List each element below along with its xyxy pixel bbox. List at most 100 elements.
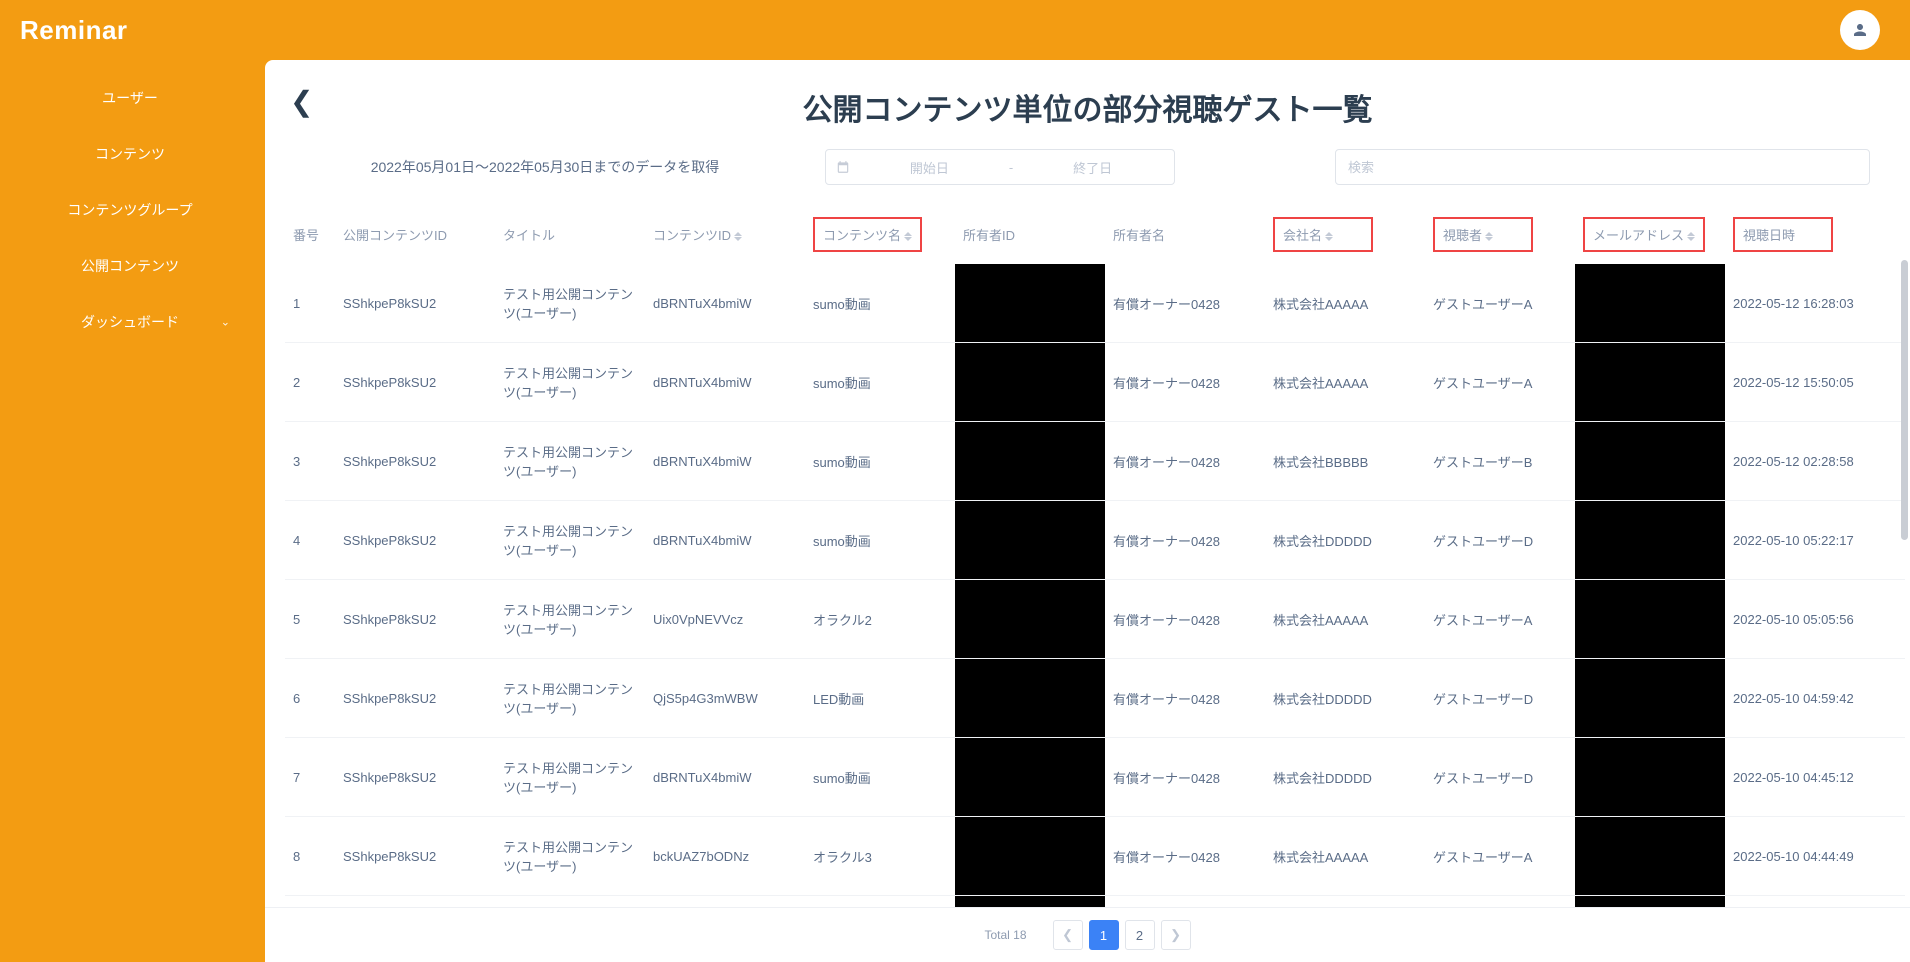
cell-viewer: ゲストユーザーB	[1425, 422, 1575, 501]
pagination-page-2[interactable]: 2	[1125, 920, 1155, 950]
cell-owner_id	[955, 738, 1105, 817]
table-row: 8SShkpeP8kSU2テスト用公開コンテンツ(ユーザー)bckUAZ7bOD…	[285, 817, 1905, 896]
cell-owner_name: 有償オーナー0428	[1105, 264, 1265, 343]
cell-viewer: ゲストユーザーA	[1425, 343, 1575, 422]
col-viewer[interactable]: 視聴者	[1425, 205, 1575, 264]
redacted-block	[955, 580, 1105, 658]
cell-viewer: ゲストユーザーD	[1425, 501, 1575, 580]
cell-content_name: sumo動画	[805, 738, 955, 817]
cell-title: テスト用公開コンテンツ(ユーザー)	[495, 501, 645, 580]
cell-title: テスト用公開コンテンツ(ユーザー)	[495, 422, 645, 501]
cell-owner_id	[955, 659, 1105, 738]
brand-logo[interactable]: Reminar	[20, 15, 128, 46]
col-company[interactable]: 会社名	[1265, 205, 1425, 264]
back-button[interactable]: ❮	[290, 85, 313, 118]
col-content-name[interactable]: コンテンツ名	[805, 205, 955, 264]
col-content-id[interactable]: コンテンツID	[645, 205, 805, 264]
cell-content_id: dBRNTuX4bmiW	[645, 738, 805, 817]
cell-email	[1575, 580, 1725, 659]
cell-company: 株式会社BBBBB	[1265, 422, 1425, 501]
cell-company: 株式会社DDDDD	[1265, 501, 1425, 580]
cell-owner_id	[955, 501, 1105, 580]
cell-no: 4	[285, 501, 335, 580]
cell-company: 株式会社AAAAA	[1265, 817, 1425, 896]
cell-no: 1	[285, 264, 335, 343]
cell-email	[1575, 896, 1725, 908]
sidebar-item-users[interactable]: ユーザー	[0, 70, 260, 126]
col-owner-name[interactable]: 所有者名	[1105, 205, 1265, 264]
cell-content_name: sumo動画	[805, 264, 955, 343]
pagination: Total 18 ❮ 1 2 ❯	[265, 907, 1910, 962]
cell-title: テスト用公開コンテンツ(ユーザー)	[495, 264, 645, 343]
cell-viewer	[1425, 896, 1575, 908]
pagination-next[interactable]: ❯	[1161, 920, 1191, 950]
redacted-block	[955, 422, 1105, 500]
table-row: 5SShkpeP8kSU2テスト用公開コンテンツ(ユーザー)Uix0VpNEVV…	[285, 580, 1905, 659]
col-pub-content-id[interactable]: 公開コンテンツID	[335, 205, 495, 264]
cell-title: テスト用公開コンテンツ(ユーザー)	[495, 343, 645, 422]
redacted-block	[1575, 659, 1725, 737]
sidebar-item-label: ダッシュボード	[81, 314, 179, 330]
cell-owner_name: 有償オーナー0428	[1105, 422, 1265, 501]
cell-viewed_at: 2022-05-12 02:28:58	[1725, 422, 1905, 501]
sidebar-item-content-groups[interactable]: コンテンツグループ	[0, 182, 260, 238]
cell-viewed_at: 2022-05-12 15:50:05	[1725, 343, 1905, 422]
cell-email	[1575, 501, 1725, 580]
cell-pub_content_id: SShkpeP8kSU2	[335, 580, 495, 659]
cell-pub_content_id: SShkpeP8kSU2	[335, 501, 495, 580]
scrollbar[interactable]	[1900, 260, 1908, 907]
sort-icon	[734, 232, 742, 241]
col-no[interactable]: 番号	[285, 205, 335, 264]
sort-icon	[904, 232, 912, 241]
pagination-prev[interactable]: ❮	[1053, 920, 1083, 950]
pagination-page-1[interactable]: 1	[1089, 920, 1119, 950]
date-separator: -	[1009, 160, 1013, 175]
calendar-icon	[836, 160, 850, 174]
page-title: 公開コンテンツ単位の部分視聴ゲスト一覧	[295, 85, 1880, 129]
redacted-block	[1575, 896, 1725, 907]
avatar[interactable]	[1840, 10, 1880, 50]
sidebar-item-contents[interactable]: コンテンツ	[0, 126, 260, 182]
cell-viewer: ゲストユーザーA	[1425, 817, 1575, 896]
table-row: テスト用公開コンテ	[285, 896, 1905, 908]
date-range-picker[interactable]: 開始日 - 終了日	[825, 149, 1175, 185]
scrollbar-thumb[interactable]	[1901, 260, 1908, 540]
redacted-block	[955, 738, 1105, 816]
cell-owner_name: 有償オーナー0428	[1105, 738, 1265, 817]
end-date-field[interactable]: 終了日	[1021, 158, 1164, 177]
search-input[interactable]	[1335, 149, 1870, 185]
chevron-down-icon: ⌄	[221, 316, 230, 329]
redacted-block	[1575, 501, 1725, 579]
cell-email	[1575, 343, 1725, 422]
sidebar: ユーザー コンテンツ コンテンツグループ 公開コンテンツ ダッシュボード ⌄	[0, 60, 260, 962]
col-viewed-at[interactable]: 視聴日時	[1725, 205, 1905, 264]
cell-company	[1265, 896, 1425, 908]
col-title[interactable]: タイトル	[495, 205, 645, 264]
table-row: 1SShkpeP8kSU2テスト用公開コンテンツ(ユーザー)dBRNTuX4bm…	[285, 264, 1905, 343]
cell-no: 6	[285, 659, 335, 738]
redacted-block	[1575, 343, 1725, 421]
cell-company: 株式会社DDDDD	[1265, 738, 1425, 817]
sidebar-item-public-contents[interactable]: 公開コンテンツ	[0, 238, 260, 294]
col-owner-id[interactable]: 所有者ID	[955, 205, 1105, 264]
sidebar-item-dashboard[interactable]: ダッシュボード ⌄	[0, 294, 260, 350]
cell-content_name: オラクル3	[805, 817, 955, 896]
cell-content_name: LED動画	[805, 659, 955, 738]
cell-pub_content_id: SShkpeP8kSU2	[335, 343, 495, 422]
cell-content_id: bckUAZ7bODNz	[645, 817, 805, 896]
redacted-block	[955, 817, 1105, 895]
cell-title: テスト用公開コンテンツ(ユーザー)	[495, 659, 645, 738]
table-row: 4SShkpeP8kSU2テスト用公開コンテンツ(ユーザー)dBRNTuX4bm…	[285, 501, 1905, 580]
sort-icon	[1325, 232, 1333, 241]
cell-viewer: ゲストユーザーD	[1425, 659, 1575, 738]
table-row: 3SShkpeP8kSU2テスト用公開コンテンツ(ユーザー)dBRNTuX4bm…	[285, 422, 1905, 501]
col-email[interactable]: メールアドレス	[1575, 205, 1725, 264]
redacted-block	[1575, 817, 1725, 895]
cell-viewed_at: 2022-05-10 04:59:42	[1725, 659, 1905, 738]
cell-content_name: オラクル2	[805, 580, 955, 659]
cell-email	[1575, 659, 1725, 738]
start-date-field[interactable]: 開始日	[858, 158, 1001, 177]
redacted-block	[955, 659, 1105, 737]
redacted-block	[1575, 580, 1725, 658]
cell-owner_name: 有償オーナー0428	[1105, 343, 1265, 422]
